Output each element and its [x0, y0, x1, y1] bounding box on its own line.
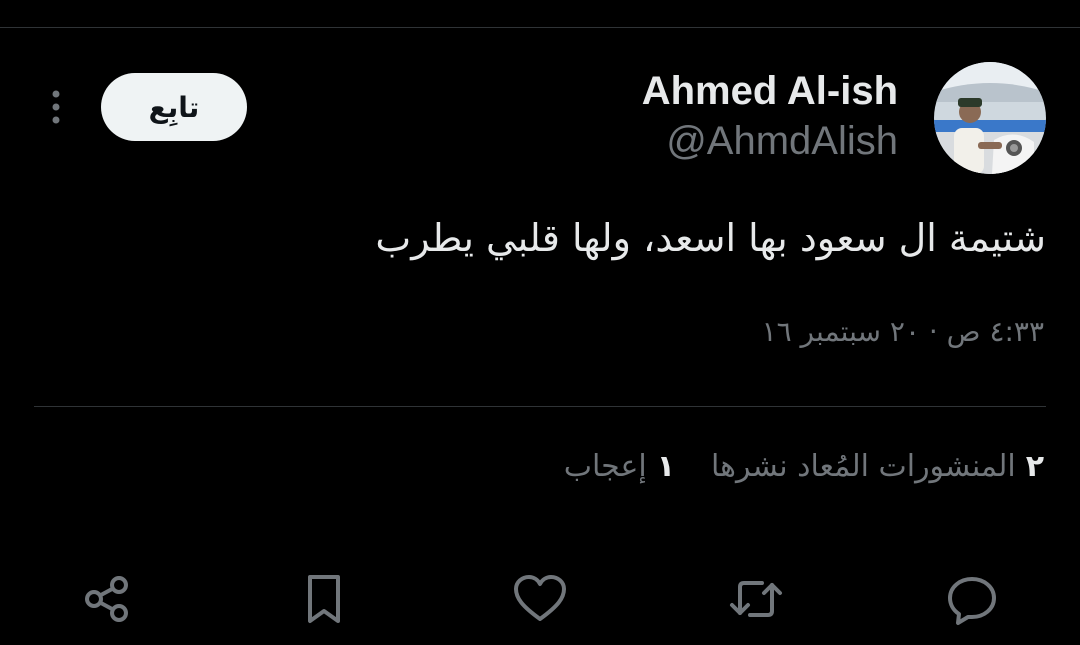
repost-button[interactable]: [723, 566, 789, 632]
share-icon: [85, 576, 128, 622]
reposts-label: المنشورات المُعاد نشرها: [711, 449, 1016, 484]
author-handle[interactable]: @AhmdAlish: [666, 116, 898, 166]
heart-icon: [514, 575, 566, 621]
follow-button[interactable]: تابِع: [101, 73, 247, 141]
reply-icon: [948, 577, 996, 625]
author-display-name[interactable]: Ahmed Al-ish: [642, 66, 898, 116]
bookmark-button[interactable]: [291, 566, 357, 632]
tweet-timestamp[interactable]: ٤:٣٣ ص · ٢٠ سبتمبر ١٦: [762, 312, 1044, 352]
tweet-text: شتيمة ال سعود بها اسعد، ولها قلبي يطرب: [375, 216, 1046, 260]
more-options-button[interactable]: [38, 84, 74, 130]
reposts-count: ٢: [1025, 449, 1044, 484]
stats-divider: [34, 406, 1046, 407]
avatar[interactable]: [934, 62, 1046, 174]
likes-count: ١: [656, 449, 675, 484]
likes-stat[interactable]: ١ إعجاب: [564, 445, 675, 489]
action-bar: [0, 566, 1080, 632]
reposts-stat[interactable]: ٢ المنشورات المُعاد نشرها: [711, 445, 1044, 489]
top-divider: [0, 27, 1080, 28]
avatar-image: [934, 62, 1046, 174]
share-button[interactable]: [74, 566, 140, 632]
likes-label: إعجاب: [563, 449, 647, 484]
engagement-stats: ٢ المنشورات المُعاد نشرها ١ إعجاب: [564, 445, 1044, 489]
repost-icon: [730, 581, 782, 617]
like-button[interactable]: [507, 566, 573, 632]
reply-button[interactable]: [939, 566, 1005, 632]
more-vertical-icon: [52, 90, 60, 124]
bookmark-icon: [308, 575, 340, 623]
